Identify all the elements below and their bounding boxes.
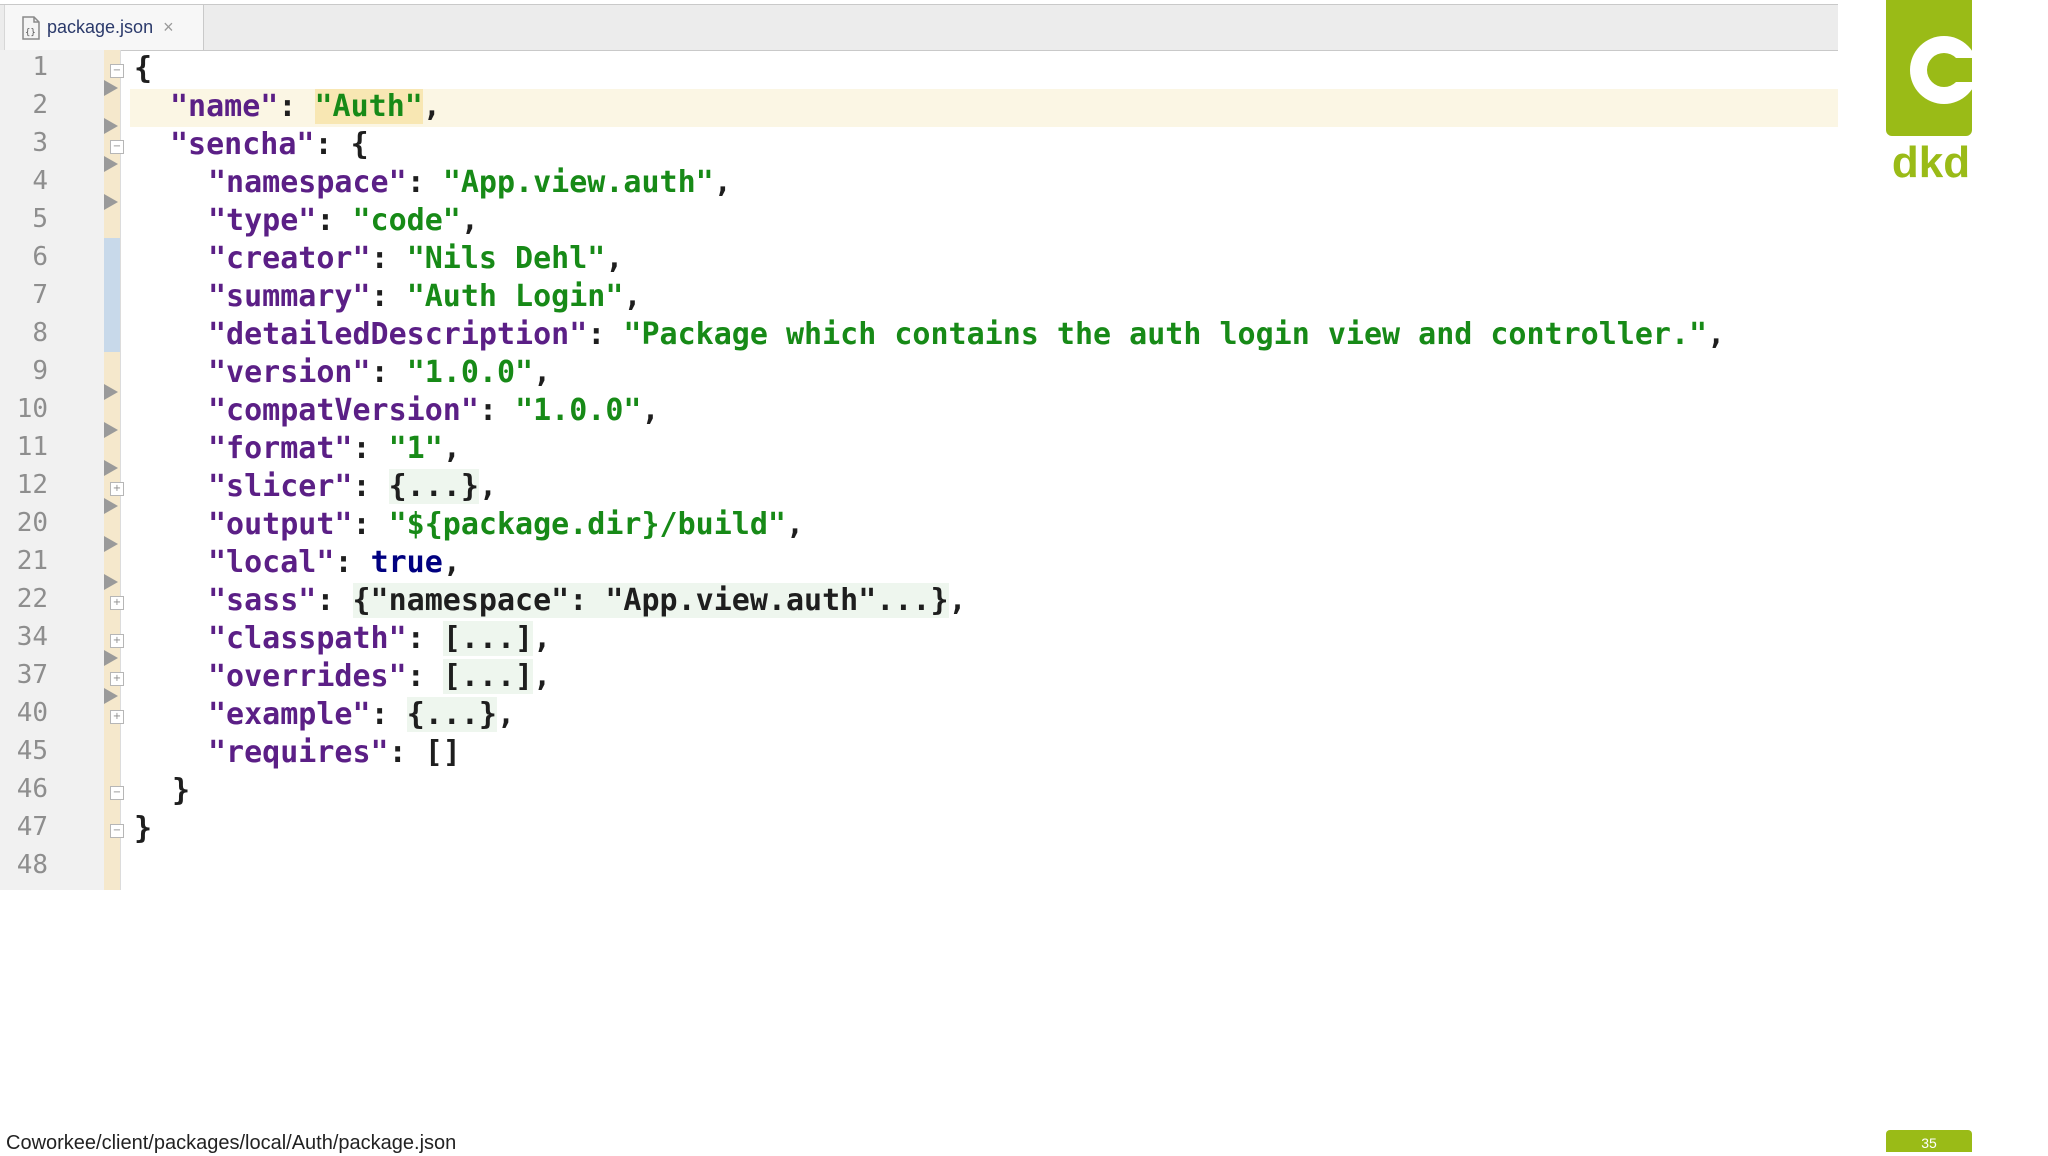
code-line: } xyxy=(134,811,153,846)
code-line: "sencha": { xyxy=(170,127,369,162)
fold-expand-icon[interactable]: + xyxy=(110,596,124,610)
fold-collapse-icon[interactable]: − xyxy=(110,140,124,154)
code-line: "name": "Auth", xyxy=(170,89,441,124)
line-number: 20 xyxy=(16,508,48,538)
code-line: "type": "code", xyxy=(208,203,479,238)
line-number: 5 xyxy=(32,204,48,234)
fold-collapse-icon[interactable]: − xyxy=(110,64,124,78)
logo-c-icon xyxy=(1910,36,1978,104)
fold-collapse-icon[interactable]: − xyxy=(110,786,124,800)
code-line: "creator": "Nils Dehl", xyxy=(208,241,624,276)
code-area[interactable]: { "name": "Auth", "sencha": { "namespace… xyxy=(130,50,1838,890)
bookmark-arrow-icon xyxy=(104,118,118,134)
line-number: 22 xyxy=(16,584,48,614)
code-line: "slicer": {...}, xyxy=(208,469,497,504)
tab-label: package.json xyxy=(47,17,154,37)
tab-bar: {} package.json × xyxy=(0,4,1838,51)
fold-expand-icon[interactable]: + xyxy=(110,482,124,496)
code-line: { xyxy=(134,51,153,86)
fold-expand-icon[interactable]: + xyxy=(110,710,124,724)
fold-expand-icon[interactable]: + xyxy=(110,634,124,648)
line-number: 47 xyxy=(16,812,48,842)
bookmark-arrow-icon xyxy=(104,422,118,438)
code-line: "compatVersion": "1.0.0", xyxy=(208,393,660,428)
fold-expand-icon[interactable]: + xyxy=(110,672,124,686)
line-number: 21 xyxy=(16,546,48,576)
line-number: 40 xyxy=(16,698,48,728)
line-number: 1 xyxy=(32,52,48,82)
line-number: 34 xyxy=(16,622,48,652)
bookmark-arrow-icon xyxy=(104,156,118,172)
bookmark-arrow-icon xyxy=(104,650,118,666)
bookmark-arrow-icon xyxy=(104,384,118,400)
code-line: "overrides": [...], xyxy=(208,659,552,694)
close-icon[interactable]: × xyxy=(163,17,174,38)
line-number: 9 xyxy=(32,356,48,386)
line-number: 11 xyxy=(16,432,48,462)
code-line: "output": "${package.dir}/build", xyxy=(208,507,805,542)
bookmark-arrow-icon xyxy=(104,574,118,590)
line-number: 3 xyxy=(32,128,48,158)
folded-region[interactable]: {"namespace": "App.view.auth"...} xyxy=(352,583,949,618)
json-file-icon: {} xyxy=(21,15,41,40)
code-line: "namespace": "App.view.auth", xyxy=(208,165,732,200)
bookmark-arrow-icon xyxy=(104,498,118,514)
line-number: 12 xyxy=(16,470,48,500)
code-line: "version": "1.0.0", xyxy=(208,355,552,390)
bookmark-arrow-icon xyxy=(104,688,118,704)
bookmark-arrow-icon xyxy=(104,80,118,96)
line-number: 6 xyxy=(32,242,48,272)
change-stripe-modified xyxy=(104,238,120,352)
code-line: "format": "1", xyxy=(208,431,461,466)
line-number: 37 xyxy=(16,660,48,690)
code-line: "example": {...}, xyxy=(208,697,516,732)
line-number: 45 xyxy=(16,736,48,766)
line-number: 4 xyxy=(32,166,48,196)
folded-region[interactable]: [...] xyxy=(442,621,534,656)
line-number: 7 xyxy=(32,280,48,310)
folded-region[interactable]: {...} xyxy=(406,697,497,732)
code-line: "classpath": [...], xyxy=(208,621,552,656)
code-line: "detailedDescription": "Package which co… xyxy=(208,317,1726,352)
code-line: "summary": "Auth Login", xyxy=(208,279,642,314)
code-line: "sass": {"namespace": "App.view.auth"...… xyxy=(208,583,967,618)
fold-collapse-icon[interactable]: − xyxy=(110,824,124,838)
bookmark-arrow-icon xyxy=(104,460,118,476)
line-number: 8 xyxy=(32,318,48,348)
code-line: } xyxy=(172,773,191,808)
tab-package-json[interactable]: {} package.json × xyxy=(4,5,204,50)
bookmark-arrow-icon xyxy=(104,536,118,552)
line-number: 48 xyxy=(16,850,48,880)
line-number: 46 xyxy=(16,774,48,804)
folded-region[interactable]: [...] xyxy=(442,659,534,694)
code-line: "local": true, xyxy=(208,545,461,580)
dkd-logo-text: dkd xyxy=(1891,138,1971,187)
dkd-logo-mark xyxy=(1886,0,1978,136)
line-number: 10 xyxy=(16,394,48,424)
folded-region[interactable]: {...} xyxy=(388,469,479,504)
code-line: "requires": [] xyxy=(208,735,461,770)
bookmark-arrow-icon xyxy=(104,194,118,210)
editor-window: {} package.json × 1 2 3 4 5 6 7 8 9 10 1… xyxy=(0,0,1838,890)
page-number-badge: 35 xyxy=(1886,1130,1972,1152)
line-number: 2 xyxy=(32,90,48,120)
svg-text:{}: {} xyxy=(25,28,36,38)
